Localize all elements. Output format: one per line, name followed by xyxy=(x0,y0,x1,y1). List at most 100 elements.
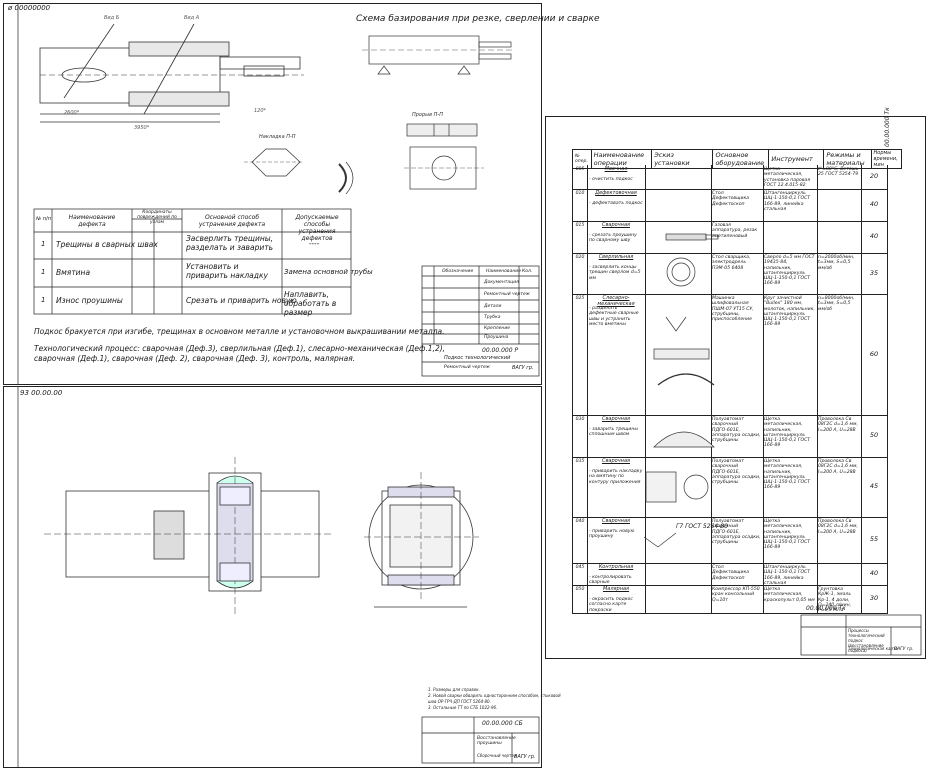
op-name: Сверлильная xyxy=(598,254,634,260)
tool: Щетка металлическая, напильник, штангенц… xyxy=(764,459,811,491)
stamp-code: 00.00.000 Тк xyxy=(806,605,846,612)
op-name: Сварочная xyxy=(601,458,631,464)
norm-time: 55 xyxy=(869,535,879,543)
tool: Круг зачистной "Bullex" 180 мм, молоток,… xyxy=(764,296,815,328)
equipment: Машинка шлифовальная ПШМ-07 УТ15 СУ, стр… xyxy=(712,296,754,323)
table-row: 015 Сварочная Газовая аппаратура, резак ац… xyxy=(572,221,888,254)
equipment: Полуавтомат сварочный ПДГО-601Е, аппарат… xyxy=(712,459,761,486)
norm-time: 40 xyxy=(869,200,879,208)
stamp-title: Восстановление проушины xyxy=(477,736,516,746)
op-name: Малярная xyxy=(602,586,630,592)
technology-card-sheet: 00.00.000 Тк № опер. Наименование операц… xyxy=(545,107,926,659)
table-row: 030 Сварочная Полуавтомат сварочный ПДГО-6… xyxy=(572,415,888,458)
equipment: Компрессор КП-550 кран консольный Q=10т xyxy=(712,587,760,603)
note-process-2: сварочная (Деф.1), сварочная (Деф. 2), с… xyxy=(34,354,356,363)
tool: Штангенциркуль ШЦ-1-150-0,1 ГОСТ 166-89,… xyxy=(764,191,811,212)
op-description: - разделать дефектные сварные швы и устр… xyxy=(589,306,639,327)
note-line: шов ОР-ГРЧ-ДП ГОСТ 5264-80. xyxy=(428,699,491,704)
spec-header-2: Наименование xyxy=(486,269,521,274)
norm-time: 35 xyxy=(869,268,879,277)
equipment: Стол сварщика, электродрель ПЭМ-05 6408 xyxy=(712,255,751,271)
stamp-code: 00.00.000 СБ xyxy=(482,720,523,727)
stamp-org: ВАГУ гр. xyxy=(514,754,536,760)
mode: n=8000об/мин, t=3мм, S=0,5 мм/об xyxy=(818,296,855,312)
table-row: 025 Слесарно-механическая Машинка шлифовал… xyxy=(572,294,888,416)
norm-time: 20 xyxy=(869,172,879,180)
note-reject: Подкос бракуется при изгибе, трещинах в … xyxy=(34,327,445,336)
tool: Щетка металлическая, краскопульт 0,05 мм xyxy=(764,587,815,603)
tool: Щетка металлическая, установка паровая Г… xyxy=(764,167,811,188)
norm-time: 40 xyxy=(869,569,879,577)
svg-text:Прорыв П-П: Прорыв П-П xyxy=(412,112,443,118)
note-line: 2. Новой сварки обварить односторонним с… xyxy=(428,693,561,698)
stamp-org: ВАГУ гр. xyxy=(894,647,914,652)
mode: Проволока Св 08Г2С d=1,6 мм, I=200 А, U=… xyxy=(818,417,858,433)
op-description: - приварить накладку на вмятину по конту… xyxy=(589,469,643,485)
stamp-subtitle: Сборочный чертеж xyxy=(477,753,518,758)
spec-item: Крепление xyxy=(484,326,511,331)
op-number: 030 xyxy=(575,417,585,422)
norm-time: 30 xyxy=(869,594,879,602)
table-row: 005 Моечная Щетка металлическая, установка… xyxy=(572,165,888,190)
norm-time: 50 xyxy=(869,431,879,439)
note-line: 1. Размеры для справок. xyxy=(428,687,480,692)
op-number: 005 xyxy=(575,167,585,172)
norm-time: 45 xyxy=(869,482,879,490)
table-row: 020 Сверлильная Стол сварщика, электродрел… xyxy=(572,253,888,295)
table-row: 040 Сварочная Полуавтомат сварочный ПДГО-6… xyxy=(572,517,888,564)
stamp-title: Подкос технологический xyxy=(444,355,511,361)
spec-header-1: Обозначение xyxy=(442,269,474,274)
table-header-coords: Координаты повреждений по узлам xyxy=(137,210,177,225)
spec-item: Детали xyxy=(484,304,502,309)
table-header-alt: Допускаемые способы устранения дефектов xyxy=(295,214,339,242)
op-description: - дефектовать подкос xyxy=(589,201,643,206)
equipment: Газовая аппаратура, резак ацетиленовый xyxy=(712,223,758,239)
op-description: - окрасить подкос согласно карте покраск… xyxy=(589,597,633,613)
op-description: - срезать проушину по сварному шву xyxy=(589,233,637,244)
note-line: 3. Остальные ТТ по СТБ 1022-96. xyxy=(428,705,498,710)
table-header-main: Основной способ устранения дефекта xyxy=(198,214,266,228)
spec-item: Проушина xyxy=(484,335,509,340)
equipment: Полуавтомат сварочный ПДГО-601Е, аппарат… xyxy=(712,417,761,444)
op-description: - заварить трещины сплошным швом xyxy=(589,427,639,438)
svg-text:3950*: 3950* xyxy=(134,125,150,131)
weld-note-label: Г7 ГОСТ 5264-80 xyxy=(676,523,728,530)
op-name: Сварочная xyxy=(601,222,631,228)
op-number: 050 xyxy=(575,587,585,592)
op-number: 015 xyxy=(575,223,585,228)
norm-time: 40 xyxy=(869,232,879,240)
op-number: 025 xyxy=(575,296,585,301)
tool: Щетка металлическая, напильник, штангенц… xyxy=(764,417,811,449)
op-number: 040 xyxy=(575,519,585,524)
stamp-subtitle: Технологическая карта xyxy=(848,646,898,651)
table-row: 045 Контрольная Стол Дефектовщика Дефектос… xyxy=(572,563,888,586)
drawing-sheet-assembly: 93 00.00.00 1. Размеры для справок. 2. Н… xyxy=(3,386,561,768)
op-name: Сварочная xyxy=(601,518,631,524)
op-number: 020 xyxy=(575,255,585,260)
assembly-drawing-graphics xyxy=(17,387,540,767)
spec-item: Ремонтный чертеж xyxy=(484,292,530,297)
op-number: 035 xyxy=(575,459,585,464)
op-name: Дефектовочная xyxy=(595,190,637,196)
op-description: - засверлить концы трещин сверлом d=5 мм xyxy=(589,265,641,281)
spec-item: Документация xyxy=(484,280,519,285)
stamp-code: 00.00.000 Р xyxy=(482,347,519,354)
mode: Проволока Св 08Г2С d=1,6 мм, I=200 А, U=… xyxy=(818,519,858,535)
stamp-org: ВАГУ гр. xyxy=(512,365,534,371)
table-header-n: № п/п xyxy=(36,216,52,222)
op-name: Сварочная xyxy=(601,416,631,422)
tool: Сверло d=5 мм ГОСТ 19435-84, напильник, … xyxy=(764,255,815,287)
stamp-subtitle: Ремонтный чертеж xyxy=(444,365,490,370)
op-number: 010 xyxy=(575,191,585,196)
mode: Проволока Св 08Г2С d=1,6 мм, I=200 А, U=… xyxy=(818,459,858,475)
tool: Штангенциркуль ШЦ-1-150-0,1 ГОСТ 166-89,… xyxy=(764,565,811,586)
equipment: Стол Дефектовщика Дефектоскоп xyxy=(712,191,750,207)
sheet-code-rotated: 00.00.000 Тк xyxy=(884,107,891,147)
spec-header-3: Кол. xyxy=(522,269,533,274)
svg-text:Вид Б: Вид Б xyxy=(104,15,120,21)
mode: n=2000об/мин, t=3мм, S=0,5 мм/об xyxy=(818,255,855,271)
svg-text:120*: 120* xyxy=(254,108,267,114)
mode: t°=80°С, Ветошь 25 ГОСТ 5354-79 xyxy=(818,167,859,178)
table-row: 035 Сварочная Полуавтомат сварочный ПДГО-6… xyxy=(572,457,888,518)
equipment: Стол Дефектовщика Дефектоскоп xyxy=(712,565,750,581)
